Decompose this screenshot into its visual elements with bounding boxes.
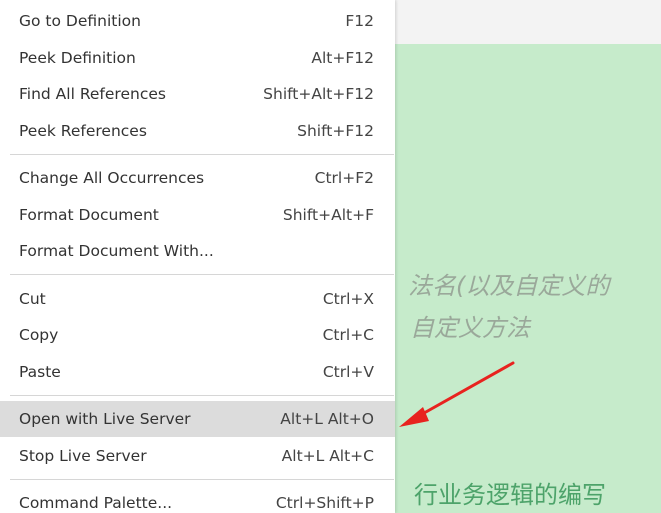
menu-item-shortcut: Ctrl+Shift+P: [275, 494, 374, 512]
menu-item-shortcut: Shift+Alt+F12: [263, 85, 374, 103]
menu-item-label: Find All References: [19, 85, 166, 103]
menu-separator: [10, 153, 394, 155]
menu-item-shortcut: Shift+F12: [297, 121, 374, 140]
menu-item-label: Change All Occurrences: [19, 169, 205, 187]
menu-item-label: Format Document With...: [19, 242, 214, 260]
menu-item-shortcut: Ctrl+V: [322, 362, 374, 381]
menu-item-shortcut: Alt+L Alt+O: [280, 410, 374, 428]
menu-item-command-palette[interactable]: Command Palette... Ctrl+Shift+P: [0, 485, 395, 513]
background-text-line2: 自定义方法: [410, 314, 530, 342]
menu-item-shortcut: Alt+L Alt+C: [281, 446, 374, 465]
menu-item-peek-definition[interactable]: Peek Definition Alt+F12: [0, 40, 395, 76]
menu-item-shortcut: Ctrl+F2: [314, 169, 374, 187]
menu-item-label: Copy: [19, 326, 59, 344]
menu-item-format-document[interactable]: Format Document Shift+Alt+F: [0, 197, 395, 233]
menu-item-shortcut: Shift+Alt+F: [282, 205, 374, 224]
menu-item-cut[interactable]: Cut Ctrl+X: [0, 281, 395, 317]
red-arrow-icon: [399, 361, 515, 427]
menu-separator: [10, 274, 394, 275]
menu-separator: [10, 478, 394, 480]
menu-item-change-all-occurrences[interactable]: Change All Occurrences Ctrl+F2: [0, 160, 395, 196]
menu-item-peek-references[interactable]: Peek References Shift+F12: [0, 113, 395, 149]
menu-item-copy[interactable]: Copy Ctrl+C: [0, 317, 395, 353]
menu-item-format-document-with[interactable]: Format Document With...: [0, 233, 395, 269]
menu-item-label: Paste: [19, 362, 61, 381]
menu-item-shortcut: Ctrl+C: [322, 326, 374, 344]
menu-item-shortcut: F12: [345, 12, 374, 30]
menu-item-shortcut: Alt+F12: [311, 48, 374, 67]
context-menu: Go to Definition F12 Peek Definition Alt+F1…: [0, 0, 395, 513]
menu-item-label: Peek Definition: [19, 48, 136, 67]
background-text-line3: 行业务逻辑的编写: [414, 481, 606, 509]
editor-tab-strip: [395, 0, 661, 44]
menu-item-open-with-live-server[interactable]: Open with Live Server Alt+L Alt+O: [0, 401, 395, 437]
menu-item-label: Command Palette...: [19, 494, 173, 512]
menu-item-stop-live-server[interactable]: Stop Live Server Alt+L Alt+C: [0, 438, 395, 474]
menu-item-label: Cut: [19, 289, 46, 308]
menu-item-label: Stop Live Server: [19, 446, 147, 465]
menu-item-label: Go to Definition: [19, 12, 141, 30]
menu-item-go-to-definition[interactable]: Go to Definition F12: [0, 3, 395, 39]
menu-item-shortcut: Ctrl+X: [322, 289, 374, 308]
menu-item-find-all-references[interactable]: Find All References Shift+Alt+F12: [0, 76, 395, 112]
menu-item-label: Format Document: [19, 205, 159, 224]
menu-item-label: Open with Live Server: [19, 410, 191, 428]
menu-item-paste[interactable]: Paste Ctrl+V: [0, 354, 395, 390]
menu-item-label: Peek References: [19, 121, 147, 140]
background-text-line1: 法名(以及自定义的: [408, 272, 610, 300]
menu-separator: [10, 394, 394, 396]
